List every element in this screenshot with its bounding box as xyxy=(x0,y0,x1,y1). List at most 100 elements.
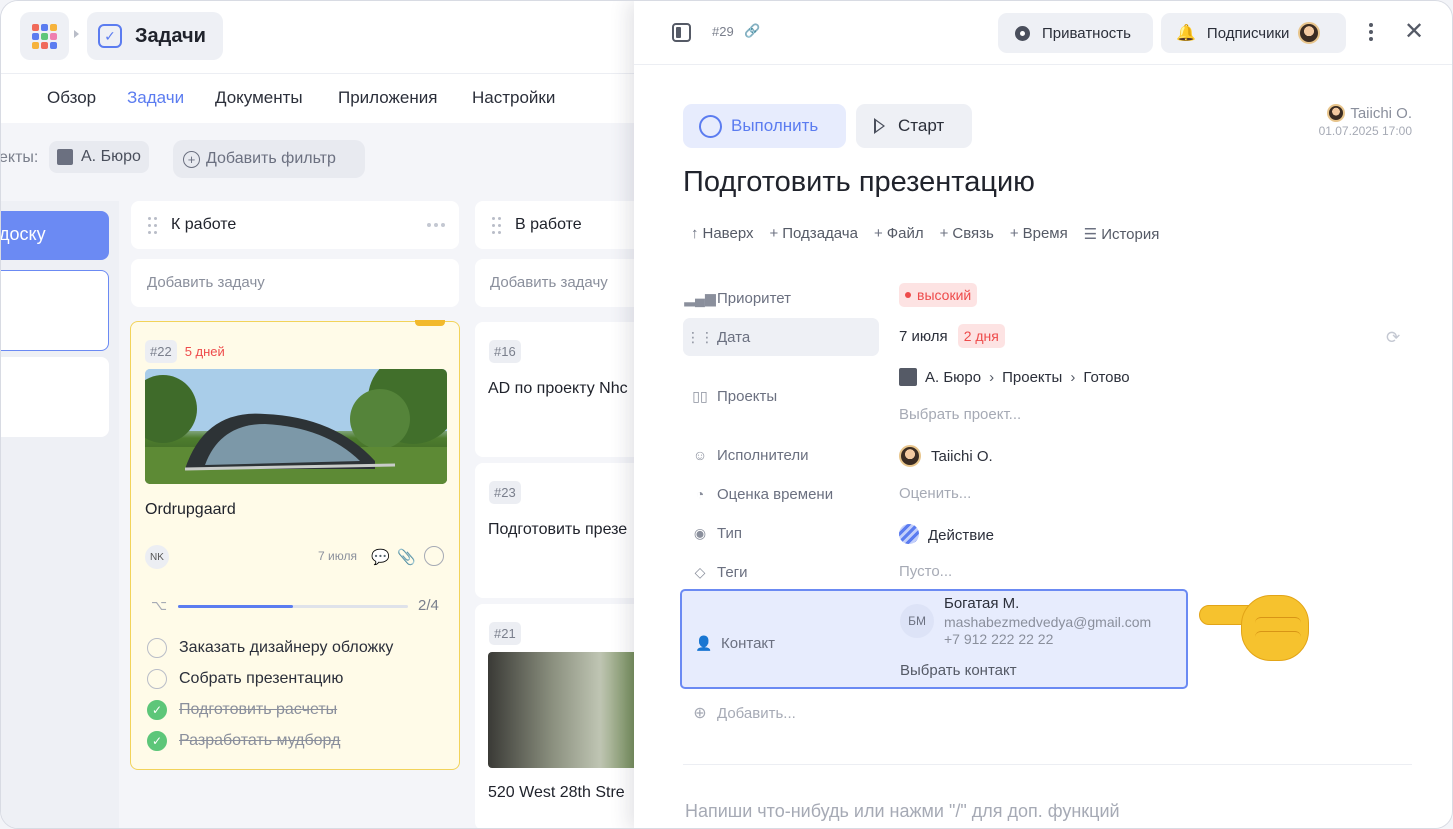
eye-icon xyxy=(1015,25,1030,41)
action-label: Связь xyxy=(952,225,994,242)
checkbox-icon[interactable]: ✓ xyxy=(147,730,167,751)
clock-icon: ◔ xyxy=(695,486,705,502)
link-icon[interactable]: 🔗 xyxy=(744,23,760,39)
tab-apps[interactable]: Приложения xyxy=(338,88,437,108)
action-label: Файл xyxy=(886,225,924,242)
estimate-input[interactable]: Оценить... xyxy=(899,485,971,502)
created-date: 01.07.2025 17:00 xyxy=(1318,124,1412,138)
close-icon[interactable]: ✕ xyxy=(1404,17,1424,46)
tab-settings[interactable]: Настройки xyxy=(472,88,555,108)
drag-handle-icon[interactable] xyxy=(148,216,157,234)
complete-circle-icon[interactable] xyxy=(424,546,444,566)
column-header[interactable]: К работе xyxy=(131,201,459,249)
assignee-name: Taiichi O. xyxy=(931,447,993,465)
checklist-item[interactable]: Заказать дизайнеру обложку xyxy=(147,632,393,663)
action-file[interactable]: + Файл xyxy=(874,225,924,243)
checkbox-icon[interactable] xyxy=(147,637,167,658)
add-task-button[interactable]: Добавить задачу xyxy=(475,259,645,307)
avatar xyxy=(1298,22,1321,44)
project-crumb[interactable]: Проекты xyxy=(1002,369,1062,386)
date-text: 7 июля xyxy=(899,328,948,345)
chevron-right-icon: › xyxy=(989,368,995,386)
filter-project-chip[interactable]: А. Бюро xyxy=(49,141,149,173)
building-icon xyxy=(57,149,73,165)
privacy-label: Приватность xyxy=(1042,24,1131,42)
prop-label: Оценка времени xyxy=(717,485,834,503)
sidebar-toggle-icon[interactable] xyxy=(672,23,691,42)
tag-icon: ◇ xyxy=(694,563,706,580)
action-link[interactable]: + Связь xyxy=(940,225,994,243)
type-value[interactable]: Действие xyxy=(899,524,994,544)
action-history[interactable]: ☰ История xyxy=(1084,225,1160,243)
task-title[interactable]: Подготовить презентацию xyxy=(683,166,1035,199)
task-card-featured[interactable]: #22 5 дней Ordrupgaard NK 7 июля 💬 📎 ⌥ 2… xyxy=(130,320,460,770)
privacy-button[interactable]: Приватность xyxy=(998,13,1153,53)
column-name: К работе xyxy=(171,216,237,233)
breadcrumb-arrow-icon xyxy=(74,30,79,38)
choose-project[interactable]: Выбрать проект... xyxy=(899,406,1021,423)
more-vertical-icon[interactable] xyxy=(1369,23,1373,41)
card-id: #23 xyxy=(489,481,521,504)
subtasks-count: 2/4 xyxy=(418,597,439,614)
contact-phone[interactable]: +7 912 222 22 22 xyxy=(944,631,1053,647)
top-bar: ✓ Задачи xyxy=(1,1,641,73)
task-card[interactable] xyxy=(1,270,109,351)
projects-value[interactable]: А. Бюро › Проекты › Готово xyxy=(899,368,1130,386)
filter-bar: екты: А. Бюро + Добавить фильтр xyxy=(1,135,641,183)
card-title: 520 West 28th Stre xyxy=(488,784,625,801)
prop-estimate: ◔ Оценка времени xyxy=(683,475,879,513)
apps-grid-icon[interactable] xyxy=(20,12,69,60)
add-property-label: Добавить... xyxy=(717,704,796,722)
task-card[interactable]: #16 AD по проекту Nhc xyxy=(475,322,645,457)
description-editor[interactable]: Напиши что-нибудь или нажми "/" для доп.… xyxy=(685,801,1120,822)
task-card[interactable]: #21 520 West 28th Stre xyxy=(475,604,648,828)
add-task-button[interactable]: Добавить задачу xyxy=(131,259,459,307)
add-filter-button[interactable]: + Добавить фильтр xyxy=(173,140,365,178)
section-chip[interactable]: ✓ Задачи xyxy=(87,12,223,60)
card-id: #22 xyxy=(145,340,177,363)
priority-value[interactable]: высокий xyxy=(899,283,978,307)
complete-button[interactable]: Выполнить xyxy=(683,104,846,148)
action-time[interactable]: + Время xyxy=(1010,225,1068,243)
arrow-up-icon: ↑ xyxy=(691,225,699,242)
priority-text: высокий xyxy=(917,287,972,303)
checkbox-icon[interactable] xyxy=(147,668,167,689)
date-value[interactable]: 7 июля 2 дня xyxy=(899,324,1005,348)
prop-tags: ◇ Теги xyxy=(683,553,879,591)
comments-icon: 💬 xyxy=(371,549,390,566)
project-crumb[interactable]: А. Бюро xyxy=(925,369,981,386)
more-icon[interactable] xyxy=(427,223,445,227)
drag-handle-icon[interactable]: ⋮⋮ xyxy=(683,329,717,346)
add-board-button[interactable]: доску xyxy=(1,211,109,260)
column-header[interactable]: В работе xyxy=(475,201,645,249)
project-crumb[interactable]: Готово xyxy=(1083,369,1129,386)
repeat-icon[interactable]: ⟳ xyxy=(1386,328,1400,348)
start-button[interactable]: Старт xyxy=(856,104,972,148)
action-subtask[interactable]: + Подзадача xyxy=(770,225,858,243)
task-card[interactable]: #23 Подготовить презе xyxy=(475,463,645,598)
tab-tasks[interactable]: Задачи xyxy=(127,88,184,108)
checklist-item[interactable]: ✓ Разработать мудборд xyxy=(147,725,393,756)
tab-documents[interactable]: Документы xyxy=(215,88,303,108)
subscribers-button[interactable]: 🔔 Подписчики xyxy=(1161,13,1346,53)
add-property-button[interactable]: ⊕ Добавить... xyxy=(683,703,796,723)
tab-overview[interactable]: Обзор xyxy=(47,88,96,108)
checkbox-icon[interactable]: ✓ xyxy=(147,699,167,720)
drag-handle-icon[interactable] xyxy=(492,216,501,234)
assignee-value[interactable]: Taiichi O. xyxy=(899,445,993,467)
card-cover-image xyxy=(488,652,648,768)
contact-name[interactable]: Богатая М. xyxy=(944,595,1019,612)
tags-input[interactable]: Пусто... xyxy=(899,563,952,580)
checklist-item[interactable]: ✓ Подготовить расчеты xyxy=(147,694,393,725)
task-card[interactable] xyxy=(1,357,109,437)
checklist-item[interactable]: Собрать презентацию xyxy=(147,663,393,694)
assignee-avatar[interactable]: NK xyxy=(145,545,169,569)
signal-icon: ▂▄▆ xyxy=(684,289,716,306)
action-label: Подзадача xyxy=(782,225,858,242)
contact-field[interactable]: 👤 Контакт БМ Богатая М. mashabezmedvedya@… xyxy=(680,589,1188,689)
action-move-up[interactable]: ↑ Наверх xyxy=(691,225,754,243)
contact-email[interactable]: mashabezmedvedya@gmail.com xyxy=(944,614,1151,630)
choose-contact-button[interactable]: Выбрать контакт xyxy=(900,662,1017,679)
dot-icon xyxy=(905,292,911,298)
action-label: История xyxy=(1101,226,1160,243)
